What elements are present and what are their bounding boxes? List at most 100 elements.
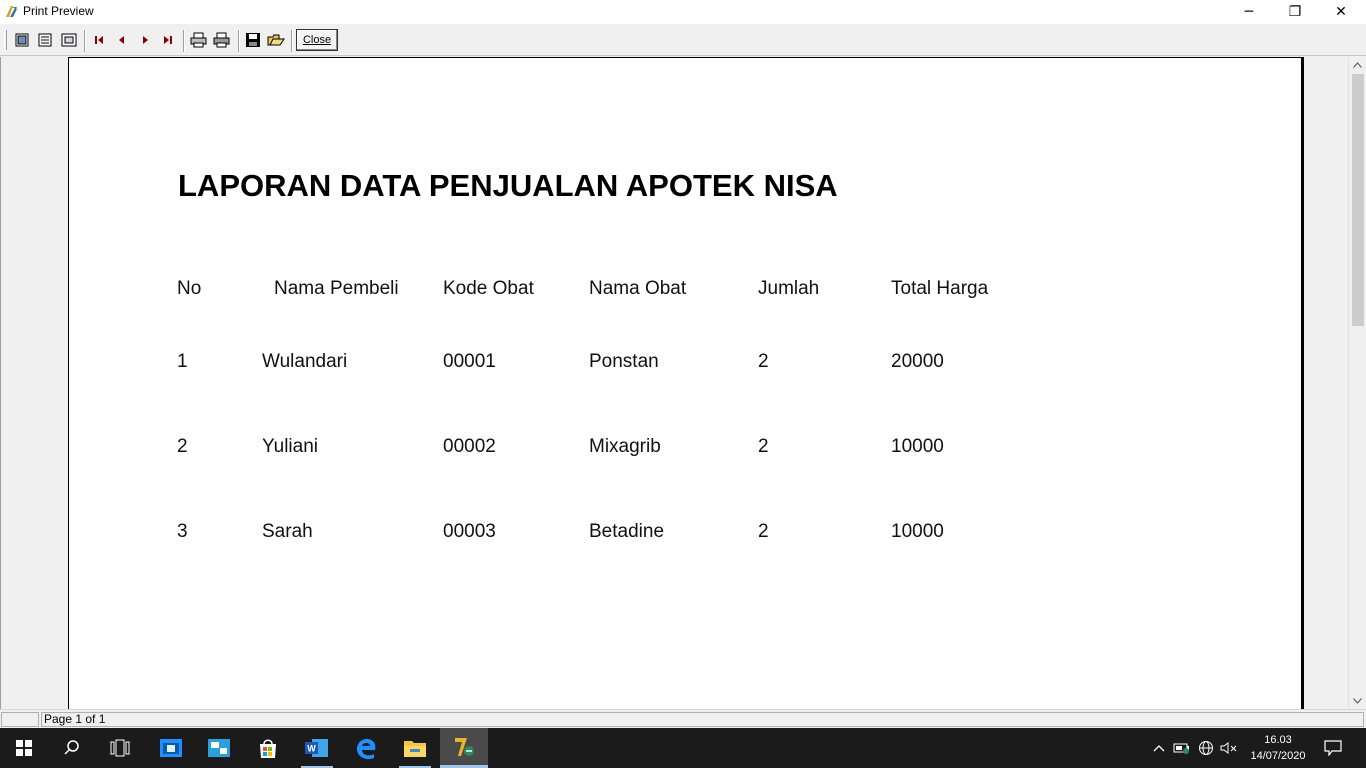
print-preview-window: Print Preview ─ ❐ ✕ Close LAPORAN DATA P… — [0, 0, 1366, 768]
scrollbar-thumb[interactable] — [1352, 74, 1364, 326]
cell-nama-obat: Betadine — [589, 521, 665, 542]
taskbar: W 16.03 14/07/2020 — [0, 728, 1366, 768]
cell-nama-obat: Ponstan — [589, 351, 659, 372]
svg-text:W: W — [307, 744, 316, 754]
battery-icon — [1173, 743, 1189, 754]
action-center-button[interactable] — [1323, 738, 1343, 758]
start-button[interactable] — [0, 728, 48, 768]
cell-total-harga: 10000 — [891, 521, 944, 542]
app-icon — [208, 739, 230, 757]
taskbar-app[interactable] — [195, 728, 243, 768]
header-total-harga: Total Harga — [891, 278, 989, 299]
cell-total-harga: 20000 — [891, 351, 944, 372]
cell-jumlah: 2 — [758, 436, 769, 457]
vb-app-button[interactable] — [440, 728, 488, 768]
window-title: Print Preview — [23, 4, 94, 18]
close-window-button[interactable]: ✕ — [1318, 0, 1364, 24]
status-panel — [1, 712, 39, 727]
scroll-down-button[interactable] — [1349, 693, 1366, 709]
toolbar — [0, 24, 1366, 56]
next-page-icon — [143, 36, 148, 44]
cell-total-harga: 10000 — [891, 436, 944, 457]
header-no: No — [177, 278, 202, 299]
header-kode-obat: Kode Obat — [443, 278, 534, 299]
volume-control[interactable] — [1219, 738, 1239, 758]
preview-area: LAPORAN DATA PENJUALAN APOTEK NISA No Na… — [0, 57, 1348, 709]
notification-icon — [1324, 740, 1342, 756]
toolbar-separator — [238, 30, 240, 52]
close-preview-button[interactable]: Close — [296, 29, 338, 51]
show-hidden-icons-button[interactable] — [1149, 738, 1169, 758]
maximize-button[interactable]: ❐ — [1272, 0, 1318, 24]
vertical-scrollbar[interactable] — [1348, 57, 1366, 709]
whole-page-icon — [38, 33, 52, 47]
chevron-up-icon — [1353, 62, 1362, 68]
start-icon — [16, 740, 32, 756]
globe-icon — [1199, 741, 1213, 755]
print-button[interactable] — [212, 30, 232, 50]
task-view-button[interactable] — [96, 728, 144, 768]
word-button[interactable]: W — [293, 728, 341, 768]
header-jumlah: Jumlah — [758, 278, 820, 299]
clock-time: 16.03 — [1264, 734, 1292, 746]
page-width-icon — [15, 33, 29, 47]
toolbar-separator — [291, 30, 293, 52]
report-page: LAPORAN DATA PENJUALAN APOTEK NISA No Na… — [68, 57, 1304, 709]
taskbar-app[interactable] — [147, 728, 195, 768]
file-explorer-icon — [404, 741, 426, 757]
save-icon — [246, 33, 260, 47]
cell-no: 3 — [177, 521, 188, 542]
minimize-button[interactable]: ─ — [1226, 0, 1272, 24]
cell-kode-obat: 00001 — [443, 351, 496, 372]
first-page-icon — [95, 36, 103, 44]
file-explorer-button[interactable] — [391, 728, 439, 768]
network-status[interactable] — [1196, 738, 1216, 758]
report-title: LAPORAN DATA PENJUALAN APOTEK NISA — [178, 168, 838, 203]
word-icon: W — [305, 739, 328, 757]
clock-date: 14/07/2020 — [1250, 750, 1306, 762]
search-button[interactable] — [48, 728, 96, 768]
last-page-button[interactable] — [158, 30, 178, 50]
cell-no: 2 — [177, 436, 188, 457]
printer-setup-button[interactable] — [189, 30, 209, 50]
cell-kode-obat: 00002 — [443, 436, 496, 457]
app-icon — [160, 739, 182, 757]
save-button[interactable] — [243, 30, 263, 50]
app-logo-icon — [6, 6, 17, 17]
cell-no: 1 — [177, 351, 188, 372]
task-view-icon — [110, 739, 130, 757]
volume-muted-icon — [1220, 742, 1237, 754]
toolbar-grip — [4, 30, 7, 50]
toolbar-separator — [183, 30, 185, 52]
header-nama-obat: Nama Obat — [589, 278, 687, 299]
chevron-up-icon — [1153, 745, 1165, 752]
page-indicator: Page 1 of 1 — [41, 712, 1364, 727]
open-button[interactable] — [266, 30, 286, 50]
toolbar-separator — [84, 30, 86, 52]
previous-page-icon — [119, 36, 124, 44]
cell-nama-pembeli: Yuliani — [262, 436, 318, 457]
store-icon — [260, 739, 276, 758]
store-button[interactable] — [244, 728, 292, 768]
system-clock[interactable]: 16.03 14/07/2020 — [1240, 732, 1316, 764]
battery-status[interactable] — [1172, 738, 1192, 758]
cell-jumlah: 2 — [758, 521, 769, 542]
scroll-up-button[interactable] — [1349, 57, 1366, 73]
edge-icon — [357, 739, 376, 759]
cell-kode-obat: 00003 — [443, 521, 496, 542]
next-page-button[interactable] — [135, 30, 155, 50]
cell-nama-pembeli: Wulandari — [262, 351, 348, 372]
title-bar: Print Preview ─ ❐ ✕ — [0, 0, 1366, 24]
status-bar: Page 1 of 1 — [0, 709, 1366, 728]
previous-page-button[interactable] — [112, 30, 132, 50]
zoom-button[interactable] — [59, 30, 79, 50]
whole-page-button[interactable] — [35, 30, 55, 50]
printer-setup-icon — [190, 32, 207, 48]
header-nama-pembeli: Nama Pembeli — [274, 278, 399, 299]
edge-button[interactable] — [342, 728, 390, 768]
page-width-button[interactable] — [12, 30, 32, 50]
first-page-button[interactable] — [89, 30, 109, 50]
print-icon — [213, 32, 230, 48]
chevron-down-icon — [1353, 698, 1362, 704]
open-icon — [267, 34, 285, 46]
